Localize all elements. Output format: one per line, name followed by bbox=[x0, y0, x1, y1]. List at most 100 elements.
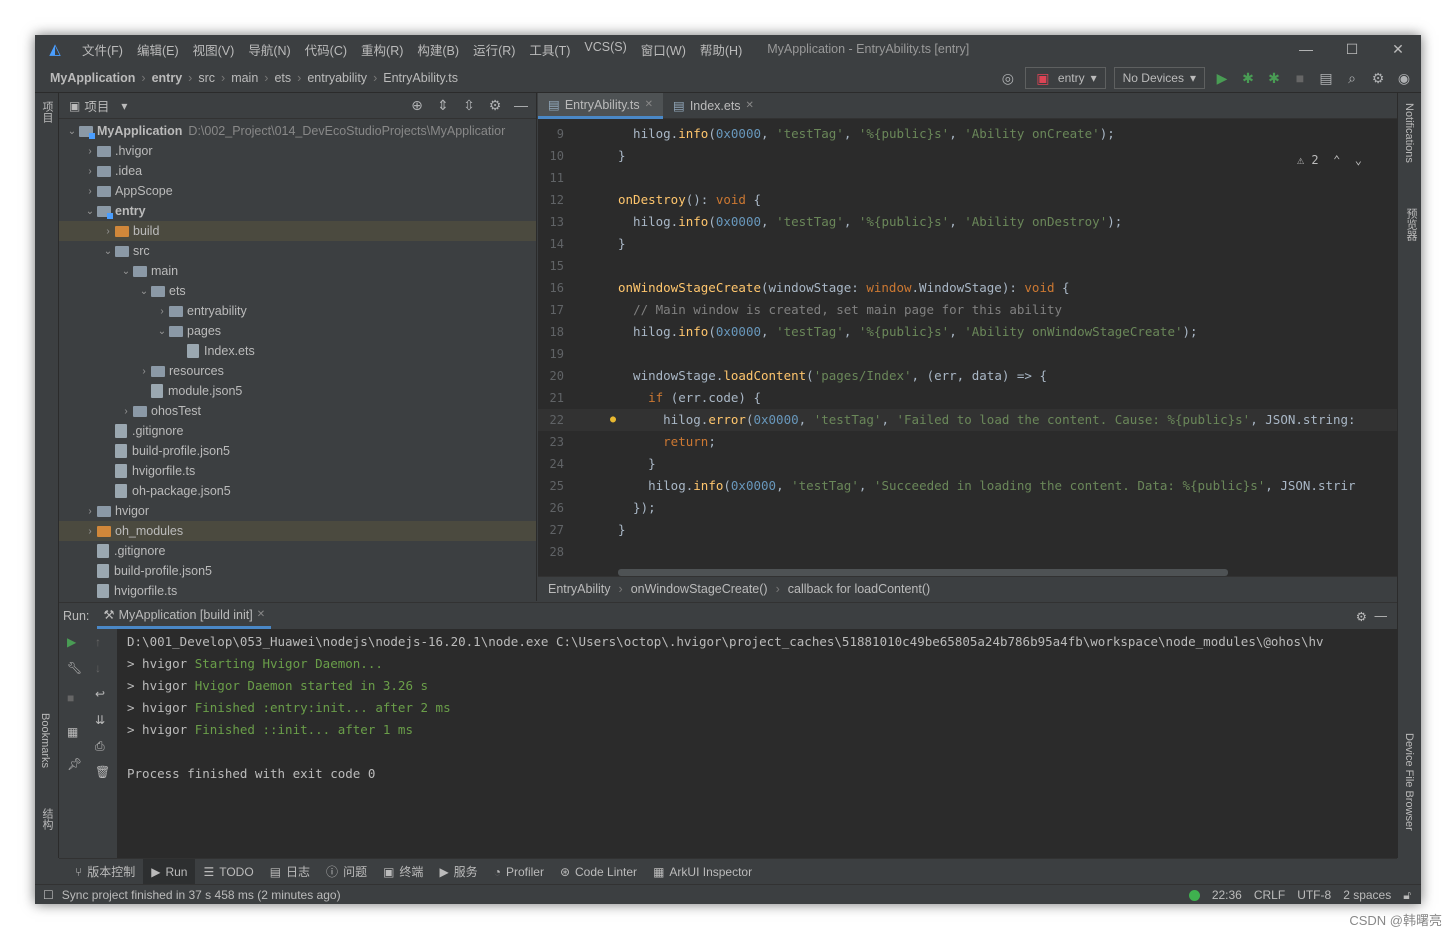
breadcrumb-item[interactable]: entry bbox=[150, 71, 185, 85]
status-message[interactable]: Sync project finished in 37 s 458 ms (2 … bbox=[62, 888, 341, 902]
tool-window-problems[interactable]: ⓘ 问题 bbox=[318, 859, 375, 885]
tree-item[interactable]: ⌄ entry bbox=[59, 201, 536, 221]
breadcrumb-item[interactable]: MyApplication bbox=[48, 71, 137, 85]
settings-icon[interactable]: ⚙ bbox=[1369, 70, 1387, 87]
gear-icon[interactable]: ⚙ bbox=[1356, 609, 1367, 624]
wrench-icon[interactable]: 🔧︎ bbox=[67, 661, 82, 675]
tree-item[interactable]: ⌄ ets bbox=[59, 281, 536, 301]
chevron-right-icon[interactable]: › bbox=[83, 146, 97, 157]
bookmarks-tool-button[interactable]: Bookmarks bbox=[39, 713, 51, 768]
device-file-browser-tool-button[interactable]: Device File Browser bbox=[1403, 733, 1415, 831]
tree-item[interactable]: hvigorfile.ts bbox=[59, 581, 536, 601]
code-line[interactable]: 18 hilog.info(0x0000, 'testTag', '%{publ… bbox=[538, 321, 1418, 343]
tree-item[interactable]: hvigorfile.ts bbox=[59, 461, 536, 481]
breadcrumb-item[interactable]: EntryAbility.ts bbox=[381, 71, 460, 85]
code-line[interactable]: 11 bbox=[538, 167, 1418, 189]
code-line[interactable]: 9 hilog.info(0x0000, 'testTag', '%{publi… bbox=[538, 123, 1418, 145]
attach-debugger-icon[interactable]: ✱ bbox=[1265, 70, 1283, 87]
close-tab-icon[interactable]: ✕ bbox=[746, 100, 754, 111]
menu-item[interactable]: 帮助(H) bbox=[693, 40, 749, 59]
breadcrumb-item[interactable]: src bbox=[196, 71, 217, 85]
line-separator[interactable]: CRLF bbox=[1254, 888, 1285, 902]
tree-item[interactable]: › AppScope bbox=[59, 181, 536, 201]
lock-icon[interactable]: 🔓︎ bbox=[1403, 888, 1411, 903]
maximize-icon[interactable]: ☐ bbox=[1329, 35, 1375, 63]
code-line[interactable]: 19 bbox=[538, 343, 1418, 365]
device-dropdown[interactable]: No Devices ▾ bbox=[1113, 67, 1205, 89]
device-manager-icon[interactable]: ▤ bbox=[1317, 70, 1335, 87]
target-icon[interactable]: ◎ bbox=[999, 70, 1017, 87]
code-line[interactable]: 20 windowStage.loadContent('pages/Index'… bbox=[538, 365, 1418, 387]
tree-item[interactable]: › resources bbox=[59, 361, 536, 381]
tree-item[interactable]: ⌄ pages bbox=[59, 321, 536, 341]
tree-item[interactable]: › build bbox=[59, 221, 536, 241]
chevron-right-icon[interactable]: › bbox=[137, 366, 151, 377]
console-output[interactable]: D:\001_Develop\053_Huawei\nodejs\nodejs-… bbox=[117, 629, 1397, 858]
status-toggle-icon[interactable]: ☐ bbox=[43, 888, 54, 902]
chevron-right-icon[interactable]: › bbox=[119, 406, 133, 417]
tree-item[interactable]: build-profile.json5 bbox=[59, 441, 536, 461]
chevron-right-icon[interactable]: › bbox=[155, 306, 169, 317]
code-line[interactable]: 26 }); bbox=[538, 497, 1418, 519]
chevron-down-icon[interactable]: ⌄ bbox=[65, 126, 79, 137]
menu-item[interactable]: 重构(R) bbox=[354, 40, 410, 59]
editor-horizontal-scrollbar[interactable] bbox=[618, 569, 1228, 576]
account-icon[interactable]: ◉ bbox=[1395, 70, 1413, 87]
breadcrumb-item[interactable]: ets bbox=[272, 71, 293, 85]
menu-item[interactable]: VCS(S) bbox=[577, 40, 633, 59]
tool-window-todo[interactable]: ☰ TODO bbox=[195, 859, 261, 885]
print-icon[interactable]: ⎙ bbox=[95, 739, 105, 754]
tree-item[interactable]: › oh_modules bbox=[59, 521, 536, 541]
code-line[interactable]: 23 return; bbox=[538, 431, 1418, 453]
soft-wrap-icon[interactable]: ↩ bbox=[95, 687, 105, 701]
chevron-down-icon[interactable]: ⌄ bbox=[101, 246, 115, 257]
tree-item[interactable]: › hvigor bbox=[59, 501, 536, 521]
tool-window-version-control[interactable]: ⑂ 版本控制 bbox=[67, 859, 143, 885]
tree-item[interactable]: build-profile.json5 bbox=[59, 561, 536, 581]
code-line[interactable]: 17 // Main window is created, set main p… bbox=[538, 299, 1418, 321]
chevron-down-icon[interactable]: ⌄ bbox=[137, 286, 151, 297]
chevron-down-icon[interactable]: ⌄ bbox=[119, 266, 133, 277]
tool-window-terminal[interactable]: ▣ 终端 bbox=[375, 859, 431, 885]
minimize-icon[interactable]: — bbox=[1283, 35, 1329, 63]
code-line[interactable]: 21 if (err.code) { bbox=[538, 387, 1418, 409]
tool-window-profiler[interactable]: ◔ Profiler bbox=[486, 859, 552, 885]
breadcrumb-item[interactable]: entryability bbox=[305, 71, 369, 85]
tree-item[interactable]: .gitignore bbox=[59, 421, 536, 441]
collapse-all-icon[interactable]: ⇳ bbox=[460, 97, 478, 114]
chevron-right-icon[interactable]: › bbox=[101, 226, 115, 237]
menu-item[interactable]: 构建(B) bbox=[410, 40, 466, 59]
chevron-right-icon[interactable]: › bbox=[83, 526, 97, 537]
tree-item[interactable]: oh-package.json5 bbox=[59, 481, 536, 501]
tree-item[interactable]: .gitignore bbox=[59, 541, 536, 561]
editor-breadcrumb-item[interactable]: onWindowStageCreate() bbox=[631, 582, 768, 596]
tree-item[interactable]: ⌄ main bbox=[59, 261, 536, 281]
editor-tab[interactable]: ▤ Index.ets ✕ bbox=[663, 93, 764, 118]
breadcrumb-item[interactable]: main bbox=[229, 71, 260, 85]
tree-item[interactable]: Index.ets bbox=[59, 341, 536, 361]
tree-item[interactable]: › ohosTest bbox=[59, 401, 536, 421]
tree-item[interactable]: ⌄ src bbox=[59, 241, 536, 261]
code-line[interactable]: 14} bbox=[538, 233, 1418, 255]
chevron-down-icon[interactable]: ⌄ bbox=[155, 326, 169, 337]
tool-window-inspector[interactable]: ▦ ArkUI Inspector bbox=[645, 859, 760, 885]
pin-icon[interactable]: 📌︎ bbox=[67, 757, 82, 771]
project-tool-button[interactable]: 项目 bbox=[39, 101, 55, 123]
menu-item[interactable]: 工具(T) bbox=[522, 40, 577, 59]
editor-breadcrumb-item[interactable]: callback for loadContent() bbox=[788, 582, 930, 596]
expand-all-icon[interactable]: ⇕ bbox=[434, 97, 452, 114]
tool-window-services[interactable]: ▶ 服务 bbox=[431, 859, 485, 885]
hide-icon[interactable]: — bbox=[512, 97, 530, 114]
code-line[interactable]: 25 hilog.info(0x0000, 'testTag', 'Succee… bbox=[538, 475, 1418, 497]
editor-breadcrumb-item[interactable]: EntryAbility bbox=[548, 582, 611, 596]
code-line[interactable]: 22 hilog.error(0x0000, 'testTag', 'Faile… bbox=[538, 409, 1418, 431]
scroll-down-icon[interactable]: ↓ bbox=[95, 661, 101, 675]
gear-icon[interactable]: ⚙ bbox=[486, 97, 504, 114]
notifications-tool-button[interactable]: Notifications bbox=[1403, 103, 1415, 163]
editor-tab[interactable]: ▤ EntryAbility.ts ✕ bbox=[538, 93, 663, 119]
menu-item[interactable]: 文件(F) bbox=[75, 40, 130, 59]
run-icon[interactable]: ▶ bbox=[1213, 70, 1231, 87]
tool-window-run[interactable]: ▶ Run bbox=[143, 858, 196, 885]
menu-item[interactable]: 导航(N) bbox=[241, 40, 297, 59]
code-area[interactable]: ⚠ 2 ⌃ ⌄ 9 hilog.info(0x0000, 'testTag', … bbox=[538, 119, 1418, 576]
